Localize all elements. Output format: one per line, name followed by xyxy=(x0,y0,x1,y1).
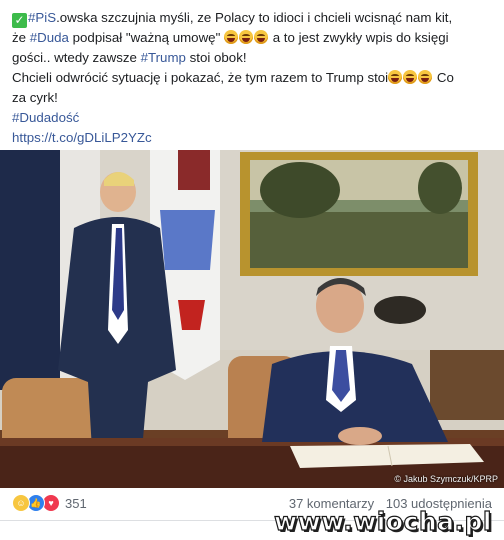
haha-reaction-icon: ☺ xyxy=(12,494,30,512)
line1-rest: .owska szczujnia myśli, ze Polacy to idi… xyxy=(56,10,453,25)
line4-pre: Chcieli odwrócić sytuację i pokazać, że … xyxy=(12,70,389,85)
reactions-summary[interactable]: ☺ 👍 ♥ 351 xyxy=(12,494,87,512)
laughing-emoji xyxy=(388,70,403,84)
hashtag-duda[interactable]: #Duda xyxy=(30,30,69,45)
post-hashtag[interactable]: #Dudadość xyxy=(12,108,496,128)
hashtag-pis[interactable]: #PiS xyxy=(28,10,56,25)
line2-mid: podpisał "ważną umowę" xyxy=(68,30,224,45)
line4-post: Co xyxy=(433,70,454,85)
line2-post: a to jest zwykły wpis do księgi xyxy=(269,30,449,45)
photo-credit: © Jakub Szymczuk/KPRP xyxy=(394,474,498,484)
post-line-1: ✓ #PiS.owska szczujnia myśli, ze Polacy t… xyxy=(12,8,496,28)
laughing-emoji xyxy=(254,30,268,44)
post-line-3: gości.. wtedy zawsze #Trump stoi obok! xyxy=(12,48,496,68)
line2-pre: że xyxy=(12,30,30,45)
site-watermark: www.wiocha.pl xyxy=(273,506,492,536)
line3-pre: gości.. wtedy zawsze xyxy=(12,50,141,65)
post-photo[interactable]: © Jakub Szymczuk/KPRP xyxy=(0,150,504,488)
hashtag-trump[interactable]: #Trump xyxy=(141,50,186,65)
post-line-2: że #Duda podpisał "ważną umowę" a to jes… xyxy=(12,28,496,48)
laughing-emoji xyxy=(224,30,238,44)
post-link[interactable]: https://t.co/gDLiLP2YZc xyxy=(12,128,496,148)
check-icon: ✓ xyxy=(12,13,27,28)
post-line-4: Chcieli odwrócić sytuację i pokazać, że … xyxy=(12,68,496,88)
laughing-emoji xyxy=(418,70,433,84)
laughing-emoji xyxy=(403,70,418,84)
reaction-count: 351 xyxy=(65,495,87,511)
post-text: ✓ #PiS.owska szczujnia myśli, ze Polacy t… xyxy=(12,8,496,148)
line3-post: stoi obok! xyxy=(185,50,247,65)
laughing-emoji xyxy=(239,30,253,44)
post-line-5: za cyrk! xyxy=(12,90,58,105)
photo-illustration xyxy=(0,150,504,488)
